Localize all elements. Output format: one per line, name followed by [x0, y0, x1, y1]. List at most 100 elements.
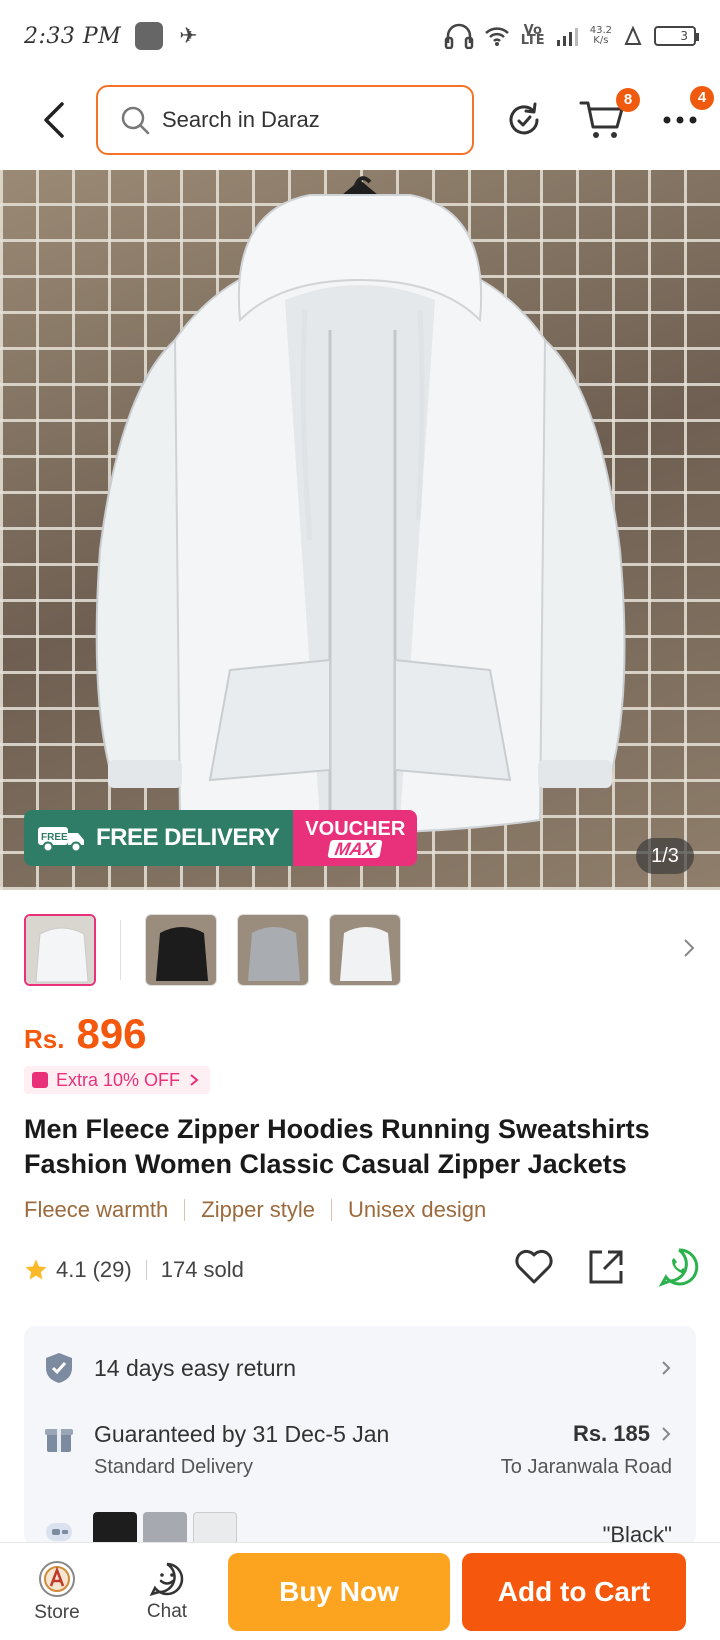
- chevron-right-icon: [662, 1361, 671, 1375]
- free-delivery-banner: FREE FREE DELIVERY VOUCHER MAX: [24, 810, 418, 866]
- free-delivery-label: FREE DELIVERY: [96, 824, 280, 851]
- delivery-type: Standard Delivery: [94, 1456, 253, 1478]
- history-icon: [509, 102, 539, 135]
- image-counter: 1/3: [636, 838, 694, 874]
- bottom-action-bar: Store Chat Buy Now Add to Cart: [0, 1542, 720, 1640]
- more-icon: [663, 116, 697, 124]
- more-count-badge: 4: [690, 86, 714, 110]
- thumbnail-black[interactable]: [145, 914, 217, 986]
- package-icon: [24, 1418, 94, 1454]
- rating-value[interactable]: 4.1: [56, 1257, 87, 1283]
- thumbnail-divider: [120, 920, 121, 980]
- hoodie-photo: [95, 176, 626, 834]
- cart-button[interactable]: 8: [578, 88, 640, 142]
- voucher-tag-icon: [32, 1072, 48, 1088]
- net-speed: 43.2 K/s: [590, 26, 612, 46]
- gallery-notification-icon: [135, 22, 164, 50]
- price-value: 896: [76, 1010, 147, 1057]
- max-label: MAX: [327, 839, 383, 859]
- thumb-image: [146, 915, 216, 985]
- voucher-label: VOUCHER: [305, 818, 406, 840]
- review-count[interactable]: (29): [93, 1257, 132, 1283]
- chat-icon: [149, 1562, 184, 1596]
- variant-swatches: [93, 1512, 237, 1546]
- buy-now-button[interactable]: Buy Now: [228, 1552, 450, 1631]
- thumbnail-white[interactable]: [329, 914, 401, 986]
- thumb-image: [330, 915, 400, 985]
- alarm-icon: [624, 25, 642, 45]
- variant-row[interactable]: "Black": [24, 1512, 696, 1546]
- thumb-image: [26, 916, 94, 984]
- whatsapp-button[interactable]: [658, 1246, 700, 1294]
- wishlist-button[interactable]: [514, 1249, 554, 1291]
- network-type: Vo LTE: [520, 23, 545, 48]
- free-small-label: FREE: [41, 832, 68, 843]
- variant-icon: [24, 1517, 94, 1541]
- search-placeholder: Search in Daraz: [162, 107, 320, 132]
- status-time: 2:33 PM: [24, 23, 122, 49]
- variant-swatch-white: [193, 1512, 237, 1546]
- feature-divider: [184, 1199, 186, 1221]
- feature-divider: [331, 1199, 332, 1221]
- rating-divider: [145, 1260, 147, 1280]
- thumbnail-white-active[interactable]: [24, 914, 96, 986]
- cart-count-badge: 8: [616, 88, 640, 112]
- store-label: Store: [34, 1601, 80, 1623]
- feature-tags: Fleece warmth Zipper style Unisex design: [24, 1197, 486, 1223]
- free-delivery-section: FREE FREE DELIVERY: [24, 810, 294, 866]
- voucher-max-section: VOUCHER MAX: [293, 810, 418, 866]
- delivery-row[interactable]: Guaranteed by 31 Dec-5 Jan Standard Deli…: [24, 1418, 696, 1494]
- status-icons: Vo LTE 43.2 K/s 3: [444, 23, 699, 49]
- history-button[interactable]: [504, 100, 544, 140]
- share-button[interactable]: [586, 1247, 626, 1293]
- product-actions: [514, 1246, 700, 1294]
- app-notification-icon: ✈: [179, 23, 198, 49]
- thumbnail-strip: [0, 912, 720, 988]
- thumbnail-gray[interactable]: [237, 914, 309, 986]
- return-policy-row[interactable]: 14 days easy return: [24, 1348, 696, 1388]
- delivery-location: To Jaranwala Road: [500, 1456, 672, 1478]
- return-chevron: [660, 1359, 672, 1377]
- chat-label: Chat: [146, 1600, 188, 1622]
- thumbnail-next-button[interactable]: [682, 937, 696, 963]
- more-button[interactable]: 4: [660, 86, 714, 140]
- top-nav: Search in Daraz 8 4: [0, 80, 720, 160]
- sold-count: 174 sold: [160, 1257, 244, 1282]
- status-bar: 2:33 PM ✈ Vo LTE 43.2 K/s 3: [0, 0, 720, 72]
- shield-icon: [24, 1351, 94, 1385]
- delivery-text: Guaranteed by 31 Dec-5 Jan Standard Deli…: [94, 1418, 389, 1479]
- add-to-cart-button[interactable]: Add to Cart: [462, 1552, 686, 1631]
- search-input[interactable]: Search in Daraz: [96, 85, 474, 155]
- feature-tag: Fleece warmth: [24, 1197, 169, 1222]
- signal-icon: [556, 28, 578, 46]
- star-icon: [25, 1259, 47, 1280]
- price: Rs. 896: [24, 1010, 147, 1058]
- return-policy-text: 14 days easy return: [94, 1354, 297, 1381]
- chevron-right-icon: [662, 1427, 671, 1441]
- extra-off-badge[interactable]: Extra 10% OFF: [24, 1066, 211, 1094]
- store-button[interactable]: Store: [2, 1560, 112, 1624]
- delivery-fee: Rs. 185 To Jaranwala Road: [501, 1418, 672, 1479]
- chevron-right-icon: [684, 939, 695, 957]
- net-speed-unit: K/s: [593, 35, 609, 46]
- store-logo-icon: [39, 1560, 75, 1597]
- rating-row: 4.1 (29) 174 sold: [24, 1248, 700, 1290]
- price-currency: Rs.: [24, 1024, 65, 1054]
- delivery-guarantee: Guaranteed by 31 Dec-5 Jan: [94, 1421, 390, 1447]
- product-title: Men Fleece Zipper Hoodies Running Sweats…: [24, 1114, 650, 1179]
- product-image[interactable]: FREE FREE DELIVERY VOUCHER MAX 1/3: [0, 170, 720, 890]
- battery-level: 3: [680, 29, 688, 43]
- delivery-truck-icon: FREE: [38, 827, 84, 853]
- wifi-icon: [484, 27, 509, 46]
- battery-icon: 3: [654, 26, 699, 46]
- chevron-right-icon: [190, 1074, 199, 1086]
- share-icon: [589, 1250, 623, 1284]
- service-info-card: 14 days easy return Guaranteed by 31 Dec…: [24, 1326, 696, 1546]
- chat-button[interactable]: Chat: [112, 1561, 222, 1623]
- search-icon: [121, 106, 150, 135]
- feature-tag: Unisex design: [348, 1197, 487, 1222]
- variant-swatch-black: [93, 1512, 137, 1546]
- extra-off-label: Extra 10% OFF: [56, 1069, 181, 1090]
- back-button[interactable]: [24, 90, 84, 150]
- variant-swatch-gray: [143, 1512, 187, 1546]
